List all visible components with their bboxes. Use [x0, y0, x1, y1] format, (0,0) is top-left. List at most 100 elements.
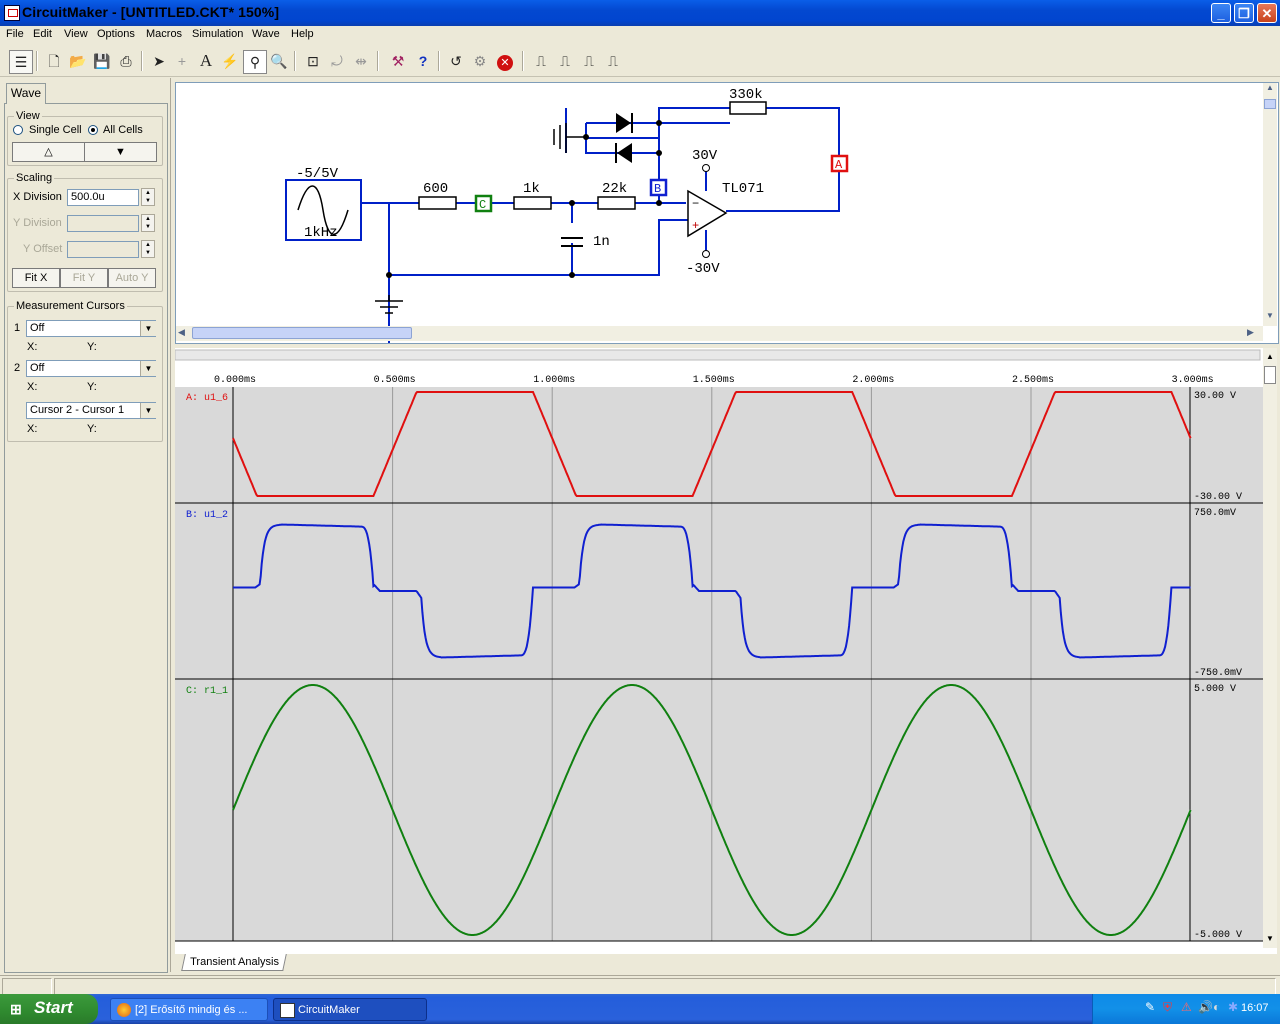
all-cells-radio[interactable]	[88, 125, 98, 135]
single-cell-label: Single Cell	[29, 124, 82, 136]
probe-c[interactable]: C	[474, 194, 493, 213]
svg-text:B: B	[654, 182, 661, 196]
trace-c-label: C: r1_1	[186, 686, 228, 697]
schematic-hscrollbar[interactable]: ◀ ▶	[176, 326, 1263, 341]
undo-icon[interactable]: ↺	[445, 50, 467, 72]
stop-icon[interactable]: ✕	[494, 50, 516, 72]
wire-tool-icon[interactable]: +	[171, 50, 193, 72]
chevron-up-icon[interactable]: ▲	[1263, 352, 1277, 361]
security-shield-icon[interactable]: ⛨	[1163, 1000, 1172, 1015]
single-cell-radio[interactable]	[13, 125, 23, 135]
hscroll-thumb[interactable]	[192, 327, 412, 339]
time-tick-label: 3.000ms	[1172, 375, 1214, 386]
analysis-wave-icon-4[interactable]: ⎍	[602, 50, 624, 72]
cursor-2-y-label: Y:	[87, 381, 97, 393]
new-file-icon[interactable]: 🗋	[43, 50, 65, 72]
probe-pointer-icon[interactable]: ⚲	[243, 50, 267, 74]
chevron-down-icon[interactable]: ▼	[1263, 934, 1277, 943]
analysis-wave-icon-1[interactable]: ⎍	[530, 50, 552, 72]
taskbar-item-circuitmaker[interactable]: CircuitMaker	[273, 998, 427, 1021]
rotate-icon[interactable]: ⤾	[326, 50, 348, 72]
y-division-field[interactable]	[67, 215, 139, 232]
resistor-330k[interactable]	[729, 101, 767, 115]
help-icon[interactable]: ?	[412, 50, 434, 72]
wave-vscroll-thumb[interactable]	[1264, 366, 1276, 384]
tab-wave[interactable]: Wave	[6, 83, 46, 104]
diode-2[interactable]	[615, 143, 632, 163]
cursor-diff-select[interactable]: Cursor 2 - Cursor 1	[26, 402, 156, 419]
minimize-button[interactable]: _	[1211, 3, 1231, 23]
analysis-wave-icon-2[interactable]: ⎍	[554, 50, 576, 72]
cell-down-button[interactable]: ▼	[84, 142, 157, 162]
trace-a-top-scale: 30.00 V	[1194, 391, 1236, 402]
resistor-600[interactable]	[418, 196, 457, 210]
diode-1[interactable]	[616, 113, 633, 133]
text-tool-icon[interactable]: A	[195, 50, 217, 72]
y-offset-field[interactable]	[67, 241, 139, 258]
resistor-1k[interactable]	[513, 196, 552, 210]
wrench-icon[interactable]: ⚙	[469, 50, 491, 72]
tab-transient-analysis[interactable]: Transient Analysis	[181, 954, 287, 971]
chevron-down-icon[interactable]: ▼	[1263, 311, 1277, 325]
cell-up-button[interactable]: △	[12, 142, 85, 162]
restore-button[interactable]: ❐	[1234, 3, 1254, 23]
zoom-icon[interactable]: 🔍	[268, 50, 290, 72]
analysis-wave-icon-3[interactable]: ⎍	[578, 50, 600, 72]
resistor-22k[interactable]	[597, 196, 636, 210]
menu-options[interactable]: Options	[97, 28, 135, 40]
y-offset-spinner[interactable]: ▲ ▼	[141, 240, 155, 258]
tray-app-icon[interactable]: ◐	[1213, 1000, 1220, 1014]
cursor-2-number: 2	[14, 362, 21, 374]
scaling-legend: Scaling	[14, 172, 55, 184]
waveform-viewer[interactable]: 0.000ms 0.500ms 1.000ms 1.500ms 2.000ms 2.500…	[175, 348, 1277, 954]
chevron-right-icon[interactable]: ▶	[1247, 327, 1254, 338]
volume-icon[interactable]: 🔊	[1198, 1000, 1213, 1014]
cursor-1-select[interactable]: Off	[26, 320, 156, 337]
chevron-down-icon[interactable]: ▼	[140, 403, 156, 418]
taskbar-item-browser[interactable]: [2] Erősítő mindig és ...	[110, 998, 268, 1021]
close-button[interactable]: ✕	[1257, 3, 1277, 23]
menu-edit[interactable]: Edit	[33, 28, 52, 40]
app-icon[interactable]	[4, 5, 20, 21]
schematic-vscrollbar[interactable]: ▲ ▼	[1263, 83, 1277, 326]
panel-toggle-icon[interactable]: ☰	[9, 50, 33, 74]
diode-ground-symbol	[553, 123, 586, 153]
chevron-down-icon[interactable]: ▼	[140, 321, 156, 336]
bluetooth-icon[interactable]: ✱	[1228, 1000, 1238, 1014]
x-division-spinner[interactable]: ▲ ▼	[141, 188, 155, 206]
trace-b-bottom-scale: -750.0mV	[1194, 668, 1242, 679]
menu-simulation[interactable]: Simulation	[192, 28, 243, 40]
probe-a[interactable]: A	[830, 154, 849, 173]
x-division-field[interactable]: 500.0u	[67, 189, 139, 206]
probe-tool-icon[interactable]: ⚡	[219, 50, 241, 72]
vscroll-thumb[interactable]	[1264, 99, 1276, 109]
chevron-down-icon[interactable]: ▼	[140, 361, 156, 376]
simulation-mode-icon[interactable]: ⚒	[387, 50, 409, 72]
save-icon[interactable]: 💾	[91, 50, 113, 72]
menu-wave[interactable]: Wave	[252, 28, 280, 40]
auto-y-button[interactable]: Auto Y	[108, 268, 156, 288]
cursor-2-select[interactable]: Off	[26, 360, 156, 377]
chevron-left-icon[interactable]: ◀	[178, 327, 185, 338]
fit-y-button[interactable]: Fit Y	[60, 268, 108, 288]
open-folder-icon[interactable]: 📂	[67, 50, 89, 72]
start-label: Start	[34, 998, 73, 1017]
fit-x-button[interactable]: Fit X	[12, 268, 60, 288]
chevron-up-icon[interactable]: ▲	[1263, 83, 1277, 97]
waveform-vscrollbar[interactable]: ▲ ▼	[1263, 348, 1277, 948]
all-cells-label: All Cells	[103, 124, 143, 136]
menu-help[interactable]: Help	[291, 28, 314, 40]
probe-b[interactable]: B	[649, 178, 668, 197]
fit-view-icon[interactable]: ⊡	[302, 50, 324, 72]
y-division-spinner[interactable]: ▲ ▼	[141, 214, 155, 232]
antivirus-icon[interactable]: ⚠	[1181, 1000, 1192, 1014]
menu-view[interactable]: View	[64, 28, 88, 40]
menu-macros[interactable]: Macros	[146, 28, 182, 40]
arrow-tool-icon[interactable]: ➤	[148, 50, 170, 72]
network-icon[interactable]: ✎	[1145, 1000, 1155, 1014]
start-button[interactable]: ⊞ Start	[0, 994, 98, 1024]
menu-file[interactable]: File	[6, 28, 24, 40]
mirror-icon[interactable]: ⇹	[350, 50, 372, 72]
print-icon[interactable]: ⎙	[115, 50, 137, 72]
schematic-canvas[interactable]: − + C B A -5/5V 1kHz 600 1k 22k 330k 1n …	[175, 82, 1279, 344]
